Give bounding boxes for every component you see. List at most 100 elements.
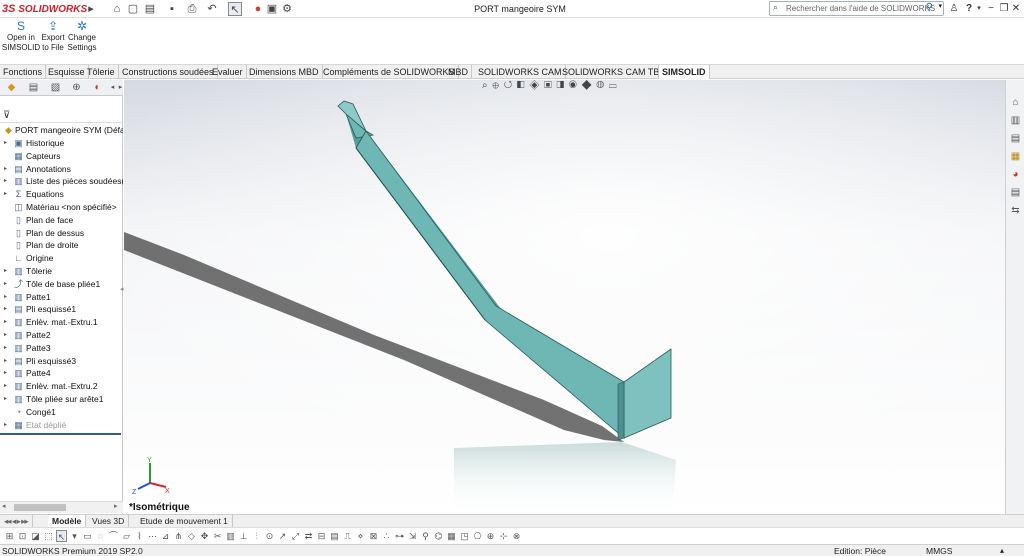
solidworks-resources-icon[interactable]: ⌂ [1008,96,1023,110]
help-search-input[interactable]: ⌕ Rechercher dans l'aide de SOLIDWORKS ⚲… [769,1,944,16]
sketch-tool-38-icon[interactable]: ⊕ [485,530,496,542]
undo-icon[interactable]: ↶ [205,2,219,16]
sketch-tool-13-icon[interactable]: ⊿ [160,530,171,542]
section-view-icon[interactable]: ◧ [517,80,526,91]
tab-tolerie[interactable]: Tôlerie [84,65,119,79]
home-icon[interactable]: ⌂ [110,2,124,16]
tree-item-plan-de-face[interactable]: ▯ Plan de face [0,214,123,227]
tab-complements[interactable]: Compléments de SOLIDWORKS [320,65,459,79]
search-dropdown-icon[interactable]: ▾ [938,2,942,10]
tab-simsolid[interactable]: SIMSOLID [658,65,710,79]
zoom-area-icon[interactable]: ⊕ [492,80,500,91]
scrollbar-thumb[interactable] [14,504,66,511]
expand-arrow-icon[interactable]: ▸ [4,367,10,380]
tree-item-pli-esquisse3[interactable]: ▸ ▤ Pli esquissé3 [0,355,123,368]
sketch-tool-35-icon[interactable]: ▦ [446,530,457,542]
search-icon[interactable]: ⚲ [926,2,933,13]
sketch-tool-16-icon[interactable]: ✥ [199,530,210,542]
sketch-tool-9-icon[interactable]: ⌒ [108,530,119,542]
units-dropdown-icon[interactable]: ▴ [1000,545,1004,556]
help-dropdown-icon[interactable]: ▾ [973,2,985,16]
expand-arrow-icon[interactable]: ▸ [4,175,10,188]
feature-manager-tab-icon[interactable]: ◆ [4,81,19,95]
view-orientation-icon[interactable]: ▣ [544,80,553,91]
sketch-tool-24-icon[interactable]: ⇄ [303,530,314,542]
view-palette-icon[interactable]: ▦ [1008,150,1023,164]
tree-horizontal-scrollbar[interactable]: ◂ ▸ [0,501,123,513]
tree-item-enlev-mat-extru-1[interactable]: ▸ ▥ Enlèv. mat.-Extru.1 [0,316,123,329]
expand-arrow-icon[interactable]: ▸ [4,329,10,342]
select-icon[interactable]: ↖ [228,2,242,16]
display-style-icon[interactable]: ◨ [557,80,566,91]
sketch-tool-26-icon[interactable]: ▤ [329,530,340,542]
new-document-icon[interactable]: ▢ [126,2,140,16]
sketch-tool-6-icon[interactable]: ▾ [69,530,80,542]
graphics-area[interactable]: ⌕ ⊕ ↺ ◧ ◈ ▣ ◨ ◉ ◆ ◍ ▭ Y X Z *Isométrique [124,80,1005,514]
scroll-left-icon[interactable]: ◂ [2,502,6,510]
restore-icon[interactable]: ❐ [998,2,1010,16]
tree-item-enlev-mat-extru-2[interactable]: ▸ ▥ Enlèv. mat.-Extru.2 [0,380,123,393]
sketch-tool-14-icon[interactable]: ⋔ [173,530,184,542]
tree-item-plan-de-dessus[interactable]: ▯ Plan de dessus [0,227,123,240]
sketch-tool-3-icon[interactable]: ◪ [30,530,41,542]
tree-item-etat-deplie[interactable]: ▸ ▦ Etat déplié [0,419,123,432]
heads-up-toolbar[interactable]: ⌕ ⊕ ↺ ◧ ◈ ▣ ◨ ◉ ◆ ◍ ▭ [482,80,672,94]
design-library-icon[interactable]: ▥ [1008,114,1023,128]
expand-arrow-icon[interactable]: ▸ [4,316,10,329]
sketch-tool-40-icon[interactable]: ⊗ [511,530,522,542]
tree-item-patte2[interactable]: ▸ ▥ Patte2 [0,329,123,342]
appearance-icon[interactable]: ◆ [582,80,593,91]
tree-item-materiau-non-specifie[interactable]: ◫ Matériau <non spécifié> [0,201,123,214]
tree-item-tole-pliee-sur-arete1[interactable]: ▸ ▥ Tôle pliée sur arête1 [0,393,123,406]
display-manager-tab-icon[interactable]: ◐ [90,81,105,95]
scene-icon[interactable]: ◍ [596,80,605,91]
tab-dimensions-mbd[interactable]: Dimensions MBD [246,65,323,79]
tab-esquisse[interactable]: Esquisse [45,65,89,79]
tab-fonctions[interactable]: Fonctions [0,65,47,79]
tree-item-plan-de-droite[interactable]: ▯ Plan de droite [0,239,123,252]
menu-expand-icon[interactable]: ▸ [84,2,98,16]
sketch-tool-17-icon[interactable]: ✂ [212,530,223,542]
tree-item-patte4[interactable]: ▸ ▥ Patte4 [0,367,123,380]
tree-root-part[interactable]: ◆ PORT mangeoire SYM (Défaut [0,124,123,137]
tree-item-origine[interactable]: ∟ Origine [0,252,123,265]
sketch-tool-21-icon[interactable]: ⊙ [264,530,275,542]
sketch-tool-34-icon[interactable]: ⌬ [433,530,444,542]
tab-mbd[interactable]: MBD [445,65,472,79]
options-gear-icon[interactable]: ⚙ [280,2,294,16]
tree-item-pli-esquisse1[interactable]: ▸ ▤ Pli esquissé1 [0,303,123,316]
sketch-tool-5-icon[interactable]: ↖ [56,530,67,542]
dimxpert-tab-icon[interactable]: ⊕ [69,81,84,95]
tree-item-equations[interactable]: ▸ Σ Equations [0,188,123,201]
sketch-tool-15-icon[interactable]: ◇ [186,530,197,542]
scroll-right-icon[interactable]: ▸ [114,502,118,510]
filter-icon[interactable]: ⊽ [3,110,10,121]
expand-arrow-icon[interactable]: ▸ [4,265,10,278]
panel-collapse-icon[interactable]: ◂ [120,285,124,293]
tree-item-historique[interactable]: ▸ ▣ Historique [0,137,123,150]
save-icon[interactable]: ▪ [165,2,179,16]
sketch-tool-23-icon[interactable]: ⤢ [290,530,301,542]
tree-item-tole-de-base-pliee1[interactable]: ▸ ⤴ Tôle de base pliée1 [0,278,123,291]
expand-arrow-icon[interactable]: ▸ [4,393,10,406]
expand-arrow-icon[interactable]: ▸ [4,291,10,304]
sketch-tool-4-icon[interactable]: ⬚ [43,530,54,542]
sketch-tool-36-icon[interactable]: ◳ [459,530,470,542]
tab-nav-arrows-icon[interactable]: ◂◂ ◂ ▸ ▸▸ [0,515,33,527]
sketch-tool-30-icon[interactable]: ∴ [381,530,392,542]
tree-item-tolerie[interactable]: ▸ ▥ Tôlerie [0,265,123,278]
expand-arrow-icon[interactable]: ▸ [4,137,10,150]
sketch-tool-18-icon[interactable]: ▥ [225,530,236,542]
forum-icon[interactable]: ⇆ [1008,204,1023,218]
sketch-tool-32-icon[interactable]: ⇲ [407,530,418,542]
tab-constructions-soudees[interactable]: Constructions soudées [119,65,218,79]
expand-arrow-icon[interactable]: ▸ [4,355,10,368]
appearances-icon[interactable]: ◕ [1008,168,1023,182]
sketch-tool-37-icon[interactable]: ⎔ [472,530,483,542]
sketch-tool-7-icon[interactable]: ▭ [82,530,93,542]
tree-item-conge1[interactable]: ◔ Congé1 [0,406,123,419]
sketch-tool-10-icon[interactable]: ▱ [121,530,132,542]
sketch-tool-20-icon[interactable]: ⫶ [251,530,262,542]
expand-arrow-icon[interactable]: ▸ [4,419,10,432]
user-icon[interactable]: ♙ [948,2,960,16]
